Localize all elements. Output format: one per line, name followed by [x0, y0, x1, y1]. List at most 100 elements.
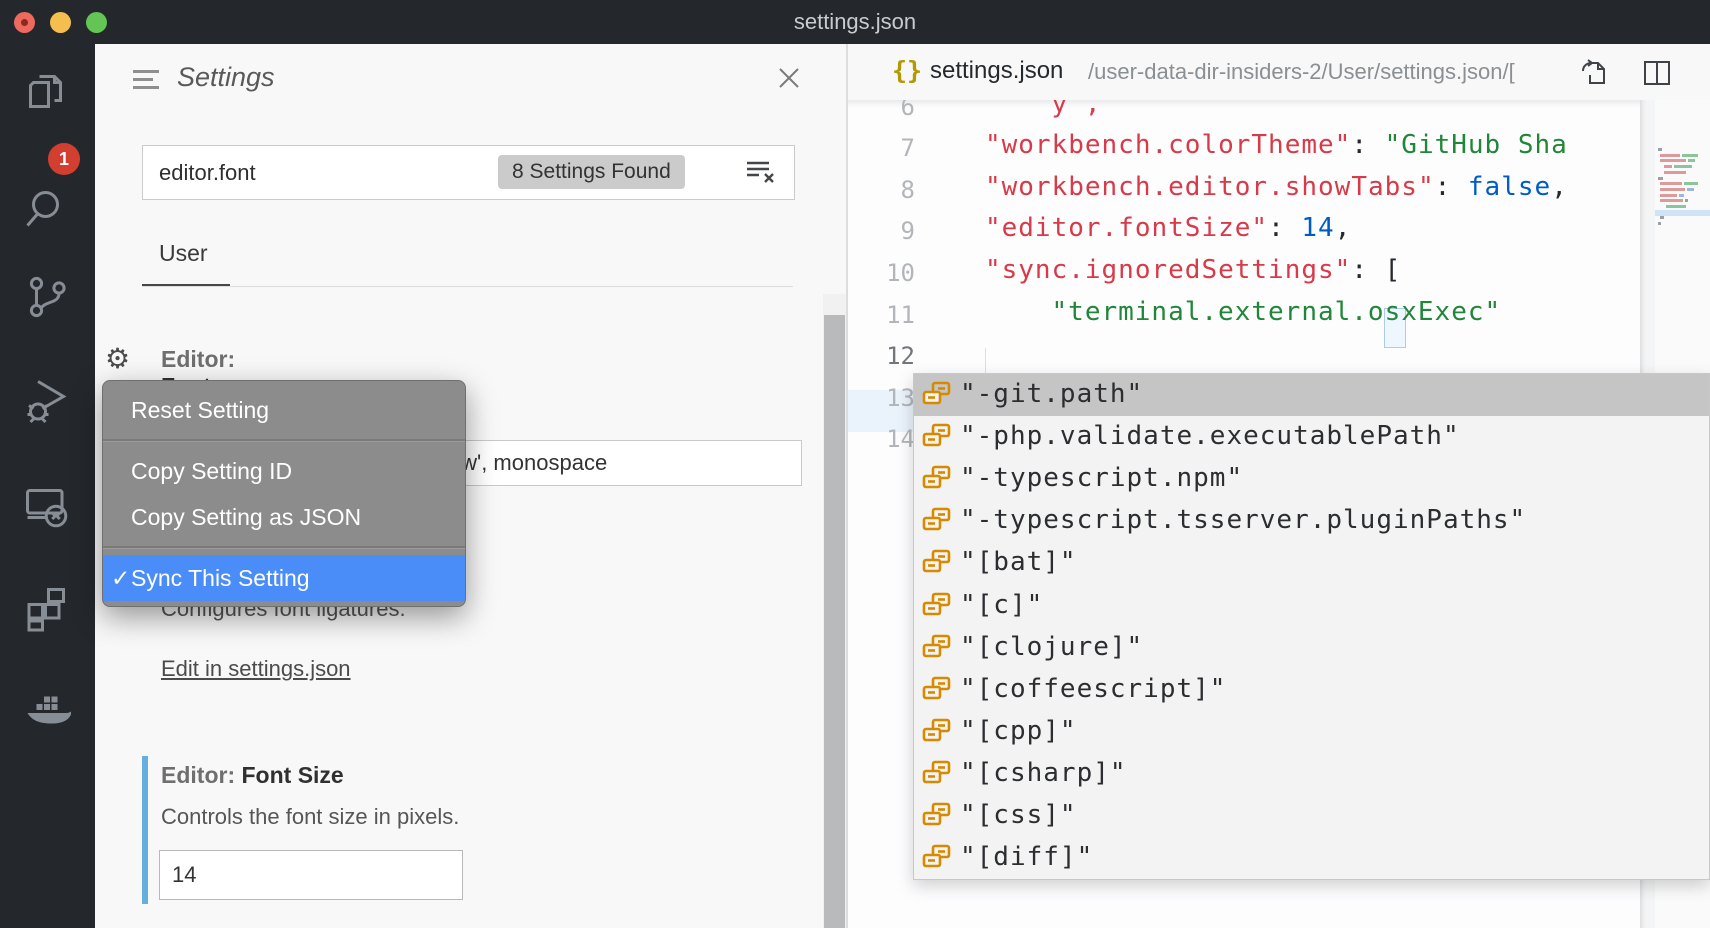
- value-suggestion-icon: [922, 717, 952, 747]
- minimap-row: [1658, 222, 1663, 226]
- menu-item-sync-this-setting[interactable]: ✓ Sync This Setting: [103, 555, 465, 601]
- suggestion-label: "[bat]": [960, 547, 1077, 577]
- edit-in-settings-json-link[interactable]: Edit in settings.json: [161, 656, 351, 682]
- value-suggestion-icon: [922, 464, 952, 494]
- minimap-row: [1658, 154, 1700, 158]
- value-suggestion-icon: [922, 548, 952, 578]
- suggestion-item[interactable]: "[c]": [914, 585, 1709, 627]
- suggestion-item[interactable]: "[bat]": [914, 542, 1709, 584]
- menu-separator: [103, 439, 465, 442]
- minimap-row: [1658, 148, 1664, 152]
- value-suggestion-icon: [922, 591, 952, 621]
- extensions-icon[interactable]: [23, 585, 71, 633]
- line-number: 14: [848, 425, 915, 453]
- settings-scrollbar-thumb[interactable]: [824, 315, 845, 928]
- line-number: 7: [848, 134, 915, 162]
- suggestion-label: "[clojure]": [960, 632, 1143, 662]
- tab-user[interactable]: User: [159, 240, 208, 267]
- minimap-row: [1658, 182, 1700, 186]
- code-line-9: "editor.fontSize": 14,: [985, 213, 1351, 243]
- breadcrumb-filename[interactable]: settings.json: [930, 57, 1063, 85]
- settings-list-icon: [133, 70, 163, 94]
- modified-indicator-bar: [142, 756, 148, 904]
- suggestion-label: "[diff]": [960, 842, 1093, 872]
- menu-separator: [103, 546, 465, 549]
- font-size-setting: Editor: Font Size Controls the font size…: [142, 756, 793, 906]
- suggestion-item[interactable]: "[css]": [914, 795, 1709, 837]
- value-suggestion-icon: [922, 759, 952, 789]
- menu-item-copy-setting-id[interactable]: Copy Setting ID: [103, 448, 465, 494]
- suggestion-item[interactable]: "[csharp]": [914, 753, 1709, 795]
- suggestion-label: "[c]": [960, 590, 1043, 620]
- close-settings-icon[interactable]: [775, 64, 803, 92]
- remote-explorer-icon[interactable]: [23, 483, 71, 531]
- line-number: 10: [848, 259, 915, 287]
- code-line-7: "workbench.colorTheme": "GitHub Sha: [985, 130, 1568, 160]
- value-suggestion-icon: [922, 675, 952, 705]
- split-editor-icon[interactable]: [1641, 57, 1673, 89]
- breadcrumb: {} settings.json /user-data-dir-insiders…: [848, 44, 1710, 100]
- suggestion-item[interactable]: "-php.validate.executablePath": [914, 416, 1709, 458]
- setting-context-menu: Reset Setting Copy Setting ID Copy Setti…: [102, 380, 466, 607]
- code-line-6: y",: [1052, 100, 1102, 119]
- value-suggestion-icon: [922, 380, 952, 410]
- menu-item-copy-setting-as-json[interactable]: Copy Setting as JSON: [103, 494, 465, 540]
- code-line-8: "workbench.editor.showTabs": false,: [985, 172, 1568, 202]
- window-title: settings.json: [0, 0, 1710, 44]
- suggestion-item[interactable]: "[diff]": [914, 837, 1709, 879]
- suggestion-item[interactable]: "-typescript.npm": [914, 458, 1709, 500]
- suggestion-item[interactable]: "-typescript.tsserver.pluginPaths": [914, 500, 1709, 542]
- settings-found-badge: 8 Settings Found: [498, 155, 685, 189]
- suggestion-item[interactable]: "-git.path": [914, 374, 1709, 416]
- suggestion-label: "-git.path": [960, 379, 1143, 409]
- search-icon[interactable]: [23, 185, 71, 233]
- code-line-11: "terminal.external.osxExec": [1052, 297, 1502, 327]
- minimap-row: [1658, 188, 1696, 192]
- titlebar: settings.json: [0, 0, 1710, 44]
- suggestion-item[interactable]: "[cpp]": [914, 711, 1709, 753]
- suggest-widget: "-git.path" "-php.validate.executablePath…: [913, 373, 1710, 880]
- line-number: 13: [848, 384, 915, 412]
- minimap-row: [1658, 177, 1665, 181]
- value-suggestion-icon: [922, 422, 952, 452]
- value-suggestion-icon: [922, 801, 952, 831]
- suggestion-label: "[cpp]": [960, 716, 1077, 746]
- font-size-setting-label: Editor: Font Size: [161, 762, 344, 789]
- minimap-row: [1658, 194, 1686, 198]
- code-line-10: "sync.ignoredSettings": [: [985, 255, 1401, 285]
- open-changes-icon[interactable]: [1578, 57, 1610, 89]
- value-suggestion-icon: [922, 843, 952, 873]
- minimap-row: [1658, 199, 1690, 203]
- suggestion-label: "[coffeescript]": [960, 674, 1226, 704]
- breadcrumb-path[interactable]: /user-data-dir-insiders-2/User/settings.…: [1088, 59, 1515, 85]
- suggestion-label: "-typescript.tsserver.pluginPaths": [960, 505, 1526, 535]
- minimap-row: [1658, 171, 1688, 175]
- value-suggestion-icon: [922, 506, 952, 536]
- suggestion-item[interactable]: "[coffeescript]": [914, 669, 1709, 711]
- suggestion-label: "-typescript.npm": [960, 463, 1243, 493]
- suggestion-label: "[css]": [960, 800, 1077, 830]
- line-number: 8: [848, 176, 915, 204]
- suggestion-item[interactable]: "[clojure]": [914, 627, 1709, 669]
- minimap-row: [1658, 216, 1666, 220]
- docker-icon[interactable]: [23, 689, 71, 737]
- settings-title: Settings: [177, 62, 275, 93]
- explorer-icon[interactable]: [23, 69, 71, 117]
- suggestion-label: "[csharp]": [960, 758, 1127, 788]
- settings-search-box: 8 Settings Found: [142, 145, 795, 200]
- tab-rule: [142, 286, 793, 287]
- run-debug-icon[interactable]: [23, 377, 71, 425]
- font-size-description: Controls the font size in pixels.: [161, 804, 459, 830]
- vscode-window: settings.json 1: [0, 0, 1710, 928]
- activity-bar: 1: [0, 44, 95, 928]
- font-size-input[interactable]: [159, 850, 463, 900]
- setting-gear-icon[interactable]: ⚙: [105, 342, 130, 375]
- line-number: 9: [848, 217, 915, 245]
- suggestion-label: "-php.validate.executablePath": [960, 421, 1460, 451]
- clear-filters-icon[interactable]: [745, 158, 775, 186]
- line-number: 6: [848, 100, 915, 121]
- line-number: 11: [848, 301, 915, 329]
- font-family-input[interactable]: New', monospace: [425, 440, 802, 486]
- source-control-icon[interactable]: [23, 273, 71, 321]
- menu-item-reset-setting[interactable]: Reset Setting: [103, 387, 465, 433]
